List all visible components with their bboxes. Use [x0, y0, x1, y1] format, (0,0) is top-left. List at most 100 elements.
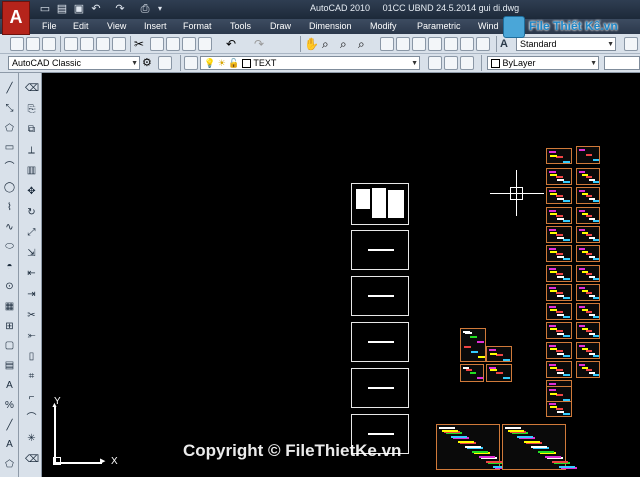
plot-icon[interactable]: ⎙: [138, 2, 152, 16]
drawing-thumbnail[interactable]: [486, 346, 512, 362]
arc-icon[interactable]: ◯: [3, 181, 16, 194]
menu-view[interactable]: View: [107, 21, 126, 31]
customize-icon[interactable]: [158, 56, 172, 70]
multiline-text-icon[interactable]: A: [3, 438, 16, 451]
qnew-icon[interactable]: [10, 37, 24, 51]
erase-icon[interactable]: ⌫: [25, 82, 39, 95]
tool-palettes-icon[interactable]: [412, 37, 426, 51]
hatch-icon[interactable]: ▤: [3, 359, 16, 372]
design-center-icon[interactable]: [396, 37, 410, 51]
array-icon[interactable]: ▥: [25, 164, 38, 177]
move-icon[interactable]: ✥: [25, 185, 38, 198]
rectangle-icon[interactable]: ⌒: [3, 161, 16, 174]
workspace-settings-icon[interactable]: ⚙: [142, 56, 156, 70]
drawing-thumbnail[interactable]: [546, 283, 572, 301]
3d-dwf-icon[interactable]: [112, 37, 126, 51]
drawing-thumbnail[interactable]: [576, 283, 600, 301]
menu-tools[interactable]: Tools: [230, 21, 251, 31]
ellipse-arc-icon[interactable]: ⊙: [3, 280, 16, 293]
drawing-thumbnail[interactable]: [576, 206, 600, 224]
layer-select[interactable]: 💡 ☀ 🔓 TEXT ▼: [200, 56, 420, 70]
region-icon[interactable]: %: [3, 399, 16, 412]
revision-cloud-icon[interactable]: ∿: [3, 221, 16, 234]
explode-icon[interactable]: ⌒: [25, 412, 38, 425]
drawing-thumbnail[interactable]: [576, 303, 600, 321]
undo-icon[interactable]: ↶: [89, 2, 103, 16]
polyline-icon[interactable]: ⬠: [3, 122, 16, 135]
drawing-thumbnail[interactable]: [576, 225, 600, 243]
drawing-thumbnail[interactable]: [546, 168, 572, 185]
quickcalc-icon[interactable]: [460, 37, 474, 51]
help-icon[interactable]: [476, 37, 490, 51]
menu-window[interactable]: Wind: [478, 21, 499, 31]
drawing-thumbnail[interactable]: [546, 148, 572, 164]
properties-icon[interactable]: [380, 37, 394, 51]
layout-sheet-1[interactable]: [351, 183, 409, 225]
open-icon[interactable]: ▤: [55, 2, 69, 16]
ellipse-icon[interactable]: ◓: [3, 260, 16, 273]
drawing-thumbnail[interactable]: [546, 341, 572, 359]
menu-edit[interactable]: Edit: [73, 21, 89, 31]
layout-sheet-4[interactable]: [351, 322, 409, 362]
layout-sheet-2[interactable]: [351, 230, 409, 270]
drawing-thumbnail[interactable]: [546, 399, 572, 417]
drawing-thumbnail[interactable]: [576, 245, 600, 263]
menu-file[interactable]: File: [42, 21, 57, 31]
misc-icon[interactable]: ✳: [25, 432, 38, 445]
zoom-window-icon[interactable]: ⌕: [340, 37, 354, 51]
layer-state-icon[interactable]: [460, 56, 474, 70]
extend-icon[interactable]: ⇥: [25, 288, 38, 301]
redo-icon[interactable]: ↷: [113, 2, 127, 16]
drawing-thumbnail[interactable]: [460, 364, 484, 382]
match-properties-icon[interactable]: [182, 37, 196, 51]
drawing-thumbnail[interactable]: [576, 322, 600, 340]
color-select[interactable]: ByLayer ▼: [487, 56, 599, 70]
zoom-previous-icon[interactable]: ⌕: [358, 37, 372, 51]
redo-toolbar-icon[interactable]: ↷: [254, 37, 268, 51]
add-selected-icon[interactable]: ⬠: [3, 458, 16, 471]
erase-icon[interactable]: ⌫: [25, 453, 39, 466]
make-block-icon[interactable]: ⊞: [3, 320, 16, 333]
drawing-thumbnail[interactable]: [546, 386, 572, 402]
dropdown-icon[interactable]: ▾: [153, 2, 167, 16]
drawing-thumbnail[interactable]: [546, 206, 572, 224]
drawing-thumbnail[interactable]: [576, 341, 600, 359]
menu-format[interactable]: Format: [183, 21, 212, 31]
drawing-thumbnail[interactable]: [576, 264, 600, 282]
point-icon[interactable]: ▢: [3, 339, 16, 352]
open-file-icon[interactable]: [26, 37, 40, 51]
drawing-thumbnail[interactable]: [546, 225, 572, 243]
floor-plan-thumbnail[interactable]: [436, 424, 511, 470]
drawing-thumbnail[interactable]: [576, 187, 600, 205]
offset-icon[interactable]: ⟂: [25, 144, 38, 157]
plot-button-icon[interactable]: [64, 37, 78, 51]
table-icon[interactable]: ╱: [3, 419, 16, 432]
menu-dimension[interactable]: Dimension: [309, 21, 352, 31]
mirror-icon[interactable]: ⧉: [25, 123, 38, 136]
drawing-thumbnail[interactable]: [546, 322, 572, 340]
new-icon[interactable]: ▭: [38, 2, 52, 16]
save-icon[interactable]: ▣: [72, 2, 86, 16]
drawing-thumbnail[interactable]: [576, 361, 600, 378]
circle-icon[interactable]: ⌇: [3, 201, 16, 214]
application-menu-button[interactable]: A: [2, 1, 30, 35]
drawing-thumbnail[interactable]: [546, 303, 572, 321]
make-current-layer-icon[interactable]: [428, 56, 442, 70]
drawing-thumbnail[interactable]: [486, 364, 512, 382]
break-at-point-icon[interactable]: ✂: [25, 309, 38, 322]
rotate-icon[interactable]: ↻: [25, 206, 38, 219]
scale-icon[interactable]: ⤢: [25, 226, 38, 239]
stretch-icon[interactable]: ⇲: [25, 247, 38, 260]
gradient-icon[interactable]: A: [3, 379, 16, 392]
drawing-thumbnail[interactable]: [460, 328, 486, 362]
publish-icon[interactable]: [96, 37, 110, 51]
sheet-set-icon[interactable]: [428, 37, 442, 51]
floor-plan-thumbnail[interactable]: [502, 424, 577, 470]
menu-insert[interactable]: Insert: [144, 21, 167, 31]
undo-toolbar-icon[interactable]: ↶: [226, 37, 240, 51]
drawing-thumbnail[interactable]: [576, 168, 600, 185]
trim-icon[interactable]: ⇤: [25, 267, 38, 280]
markup-icon[interactable]: [444, 37, 458, 51]
line-icon[interactable]: ╱: [3, 82, 16, 95]
zoom-realtime-icon[interactable]: ⌕: [322, 37, 336, 51]
